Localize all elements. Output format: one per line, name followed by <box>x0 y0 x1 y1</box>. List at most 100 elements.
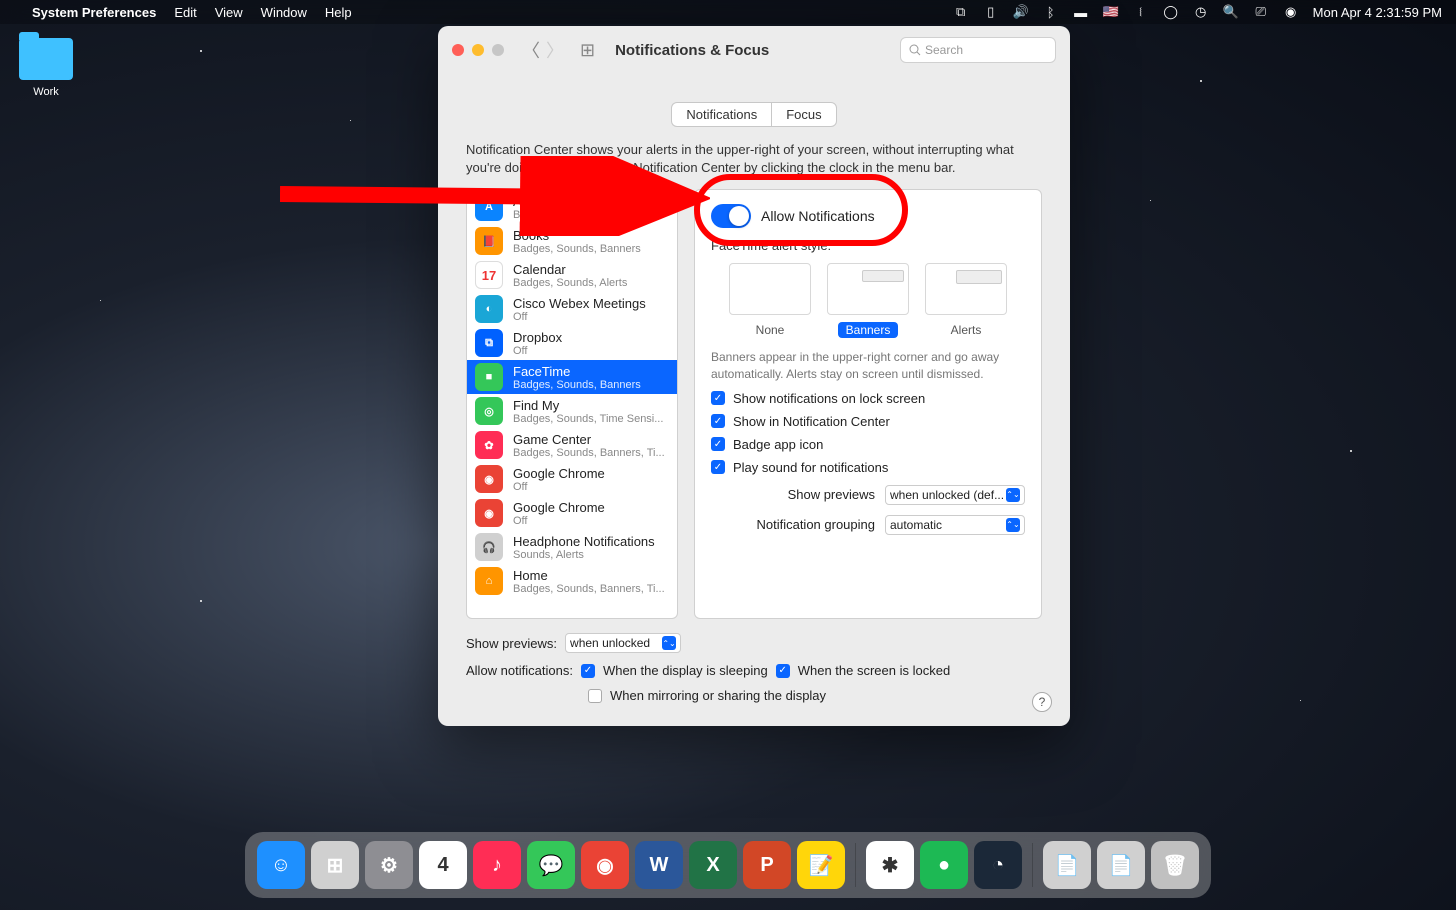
help-button[interactable]: ? <box>1032 692 1052 712</box>
back-button[interactable]: 〈 <box>522 37 540 63</box>
checkbox-badge[interactable]: ✓ <box>711 437 725 451</box>
dock: ☺⊞⚙4♪💬◉WXP📝✱●◔📄📄🗑 <box>245 832 1211 898</box>
app-icon: ◐ <box>475 295 503 323</box>
checkbox-sound[interactable]: ✓ <box>711 460 725 474</box>
battery-icon[interactable]: ▬ <box>1073 4 1089 20</box>
app-row-books[interactable]: 📕BooksBadges, Sounds, Banners <box>467 224 677 258</box>
bluetooth-icon[interactable]: ᛒ <box>1043 4 1059 20</box>
app-icon: ⧉ <box>475 329 503 357</box>
dock-finder[interactable]: ☺ <box>257 841 305 889</box>
app-row-facetime[interactable]: ■FaceTimeBadges, Sounds, Banners <box>467 360 677 394</box>
control-center-icon[interactable]: ⎚ <box>1253 4 1269 20</box>
dock-notes[interactable]: 📝 <box>797 841 845 889</box>
app-row-google-chrome[interactable]: ◉Google ChromeOff <box>467 496 677 530</box>
search-menubar-icon[interactable]: 🔍 <box>1223 4 1239 20</box>
dock-music[interactable]: ♪ <box>473 841 521 889</box>
dock-file2[interactable]: 📄 <box>1097 841 1145 889</box>
search-icon <box>909 44 921 56</box>
desktop-folder-work[interactable]: Work <box>14 38 78 98</box>
siri-icon[interactable]: ◉ <box>1283 4 1299 20</box>
checkbox-mirroring[interactable] <box>588 689 602 703</box>
app-icon: ⌂ <box>475 567 503 595</box>
app-list[interactable]: AApp StoreBadges, Sounds, Banners📕BooksB… <box>466 189 678 619</box>
clock-icon[interactable]: ◷ <box>1193 4 1209 20</box>
menu-edit[interactable]: Edit <box>174 5 196 20</box>
battery-menubar-icon[interactable]: ▯ <box>983 4 999 20</box>
description: Notification Center shows your alerts in… <box>438 127 1070 189</box>
app-menu[interactable]: System Preferences <box>32 5 156 20</box>
previews-label: Show previews <box>788 487 875 502</box>
style-alerts[interactable]: Alerts <box>925 263 1007 339</box>
app-row-cisco-webex-meetings[interactable]: ◐Cisco Webex MeetingsOff <box>467 292 677 326</box>
style-banners[interactable]: Banners <box>827 263 909 339</box>
window-title: Notifications & Focus <box>615 42 769 59</box>
app-row-app-store[interactable]: AApp StoreBadges, Sounds, Banners <box>467 190 677 224</box>
tab-focus[interactable]: Focus <box>771 102 836 127</box>
preferences-window: 〈 〉 ⊞ Notifications & Focus Search Notif… <box>438 26 1070 726</box>
app-icon: ■ <box>475 363 503 391</box>
tabs: Notifications Focus <box>438 102 1070 127</box>
dock-calendar[interactable]: 4 <box>419 841 467 889</box>
menu-help[interactable]: Help <box>325 5 352 20</box>
dock-steam[interactable]: ◔ <box>974 841 1022 889</box>
app-row-find-my[interactable]: ◎Find MyBadges, Sounds, Time Sensi... <box>467 394 677 428</box>
app-row-calendar[interactable]: 17CalendarBadges, Sounds, Alerts <box>467 258 677 292</box>
checkbox-locked[interactable]: ✓ <box>776 664 790 678</box>
app-row-google-chrome[interactable]: ◉Google ChromeOff <box>467 462 677 496</box>
checkbox-lock-screen[interactable]: ✓ <box>711 391 725 405</box>
app-row-game-center[interactable]: ✿Game CenterBadges, Sounds, Banners, Ti.… <box>467 428 677 462</box>
app-icon: A <box>475 193 503 221</box>
close-button[interactable] <box>452 44 464 56</box>
titlebar: 〈 〉 ⊞ Notifications & Focus Search <box>438 26 1070 74</box>
volume-icon[interactable]: 🔊 <box>1013 4 1029 20</box>
app-icon: ◉ <box>475 499 503 527</box>
app-icon: 📕 <box>475 227 503 255</box>
flag-icon[interactable]: 🇺🇸 <box>1103 4 1119 20</box>
wifi-icon[interactable]: ⧙ <box>1133 4 1149 20</box>
detail-panel: Allow Notifications FaceTime alert style… <box>694 189 1042 619</box>
previews-select[interactable]: when unlocked (def...⌃⌄ <box>885 485 1025 505</box>
allow-notifications-toggle[interactable] <box>711 204 751 228</box>
dock-file[interactable]: 📄 <box>1043 841 1091 889</box>
dock-word[interactable]: W <box>635 841 683 889</box>
grouping-label: Notification grouping <box>756 517 875 532</box>
menu-window[interactable]: Window <box>261 5 307 20</box>
tab-notifications[interactable]: Notifications <box>671 102 771 127</box>
user-icon[interactable]: ◯ <box>1163 4 1179 20</box>
dock-slack[interactable]: ✱ <box>866 841 914 889</box>
checkbox-notification-center[interactable]: ✓ <box>711 414 725 428</box>
app-row-dropbox[interactable]: ⧉DropboxOff <box>467 326 677 360</box>
dock-system-preferences[interactable]: ⚙ <box>365 841 413 889</box>
style-description: Banners appear in the upper-right corner… <box>711 349 1025 383</box>
style-none[interactable]: None <box>729 263 811 339</box>
app-icon: 🎧 <box>475 533 503 561</box>
bottom-allow-label: Allow notifications: <box>466 663 573 678</box>
dock-spotify[interactable]: ● <box>920 841 968 889</box>
bottom-previews-label: Show previews: <box>466 636 557 651</box>
dock-powerpoint[interactable]: P <box>743 841 791 889</box>
dropbox-icon[interactable]: ⧉ <box>953 4 969 20</box>
grid-icon[interactable]: ⊞ <box>580 40 595 61</box>
allow-notifications-label: Allow Notifications <box>761 208 875 224</box>
app-row-home[interactable]: ⌂HomeBadges, Sounds, Banners, Ti... <box>467 564 677 598</box>
bottom-previews-select[interactable]: when unlocked⌃⌄ <box>565 633 681 653</box>
grouping-select[interactable]: automatic⌃⌄ <box>885 515 1025 535</box>
zoom-button[interactable] <box>492 44 504 56</box>
folder-label: Work <box>14 86 78 98</box>
app-row-headphone-notifications[interactable]: 🎧Headphone NotificationsSounds, Alerts <box>467 530 677 564</box>
alert-style-label: FaceTime alert style: <box>711 238 1025 253</box>
dock-launchpad[interactable]: ⊞ <box>311 841 359 889</box>
dock-excel[interactable]: X <box>689 841 737 889</box>
checkbox-sleeping[interactable]: ✓ <box>581 664 595 678</box>
app-icon: 17 <box>475 261 503 289</box>
dock-messages[interactable]: 💬 <box>527 841 575 889</box>
search-input[interactable]: Search <box>900 37 1056 63</box>
forward-button[interactable]: 〉 <box>546 37 564 63</box>
dock-chrome[interactable]: ◉ <box>581 841 629 889</box>
datetime[interactable]: Mon Apr 4 2:31:59 PM <box>1313 5 1442 20</box>
menu-view[interactable]: View <box>215 5 243 20</box>
dock-trash[interactable]: 🗑 <box>1151 841 1199 889</box>
folder-icon <box>19 38 73 80</box>
menubar: System Preferences Edit View Window Help… <box>0 0 1456 24</box>
minimize-button[interactable] <box>472 44 484 56</box>
